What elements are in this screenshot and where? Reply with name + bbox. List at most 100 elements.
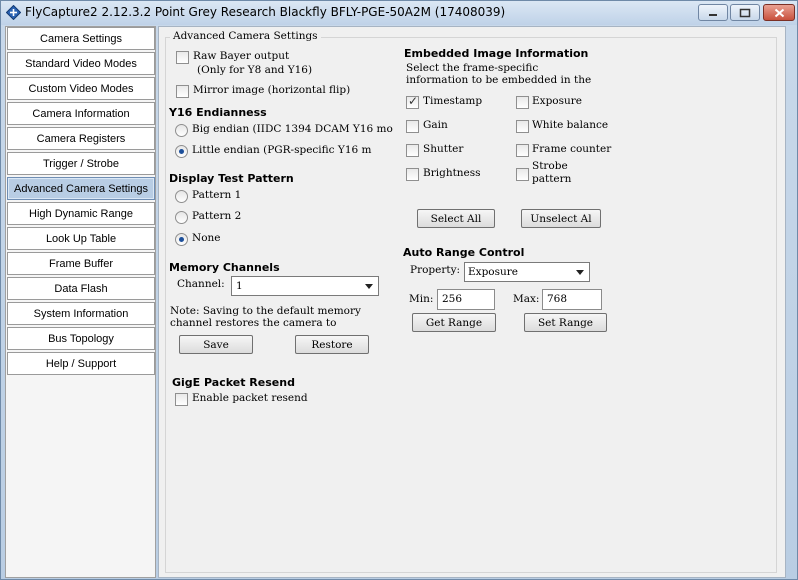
channel-label: Channel: (177, 278, 225, 290)
exposure-label: Exposure (532, 95, 583, 107)
pattern-2-label: Pattern 2 (192, 210, 242, 222)
select-all-button[interactable]: Select All (417, 209, 495, 228)
sidebar-item-camera-settings[interactable]: Camera Settings (7, 27, 155, 50)
sidebar-item-help-support[interactable]: Help / Support (7, 352, 155, 375)
select-all-label: Select All (430, 212, 482, 225)
white-balance-label: White balance (532, 119, 609, 131)
little-endian-radio[interactable] (175, 145, 188, 158)
maximize-button[interactable] (730, 4, 760, 21)
mirror-image-checkbox[interactable] (176, 85, 189, 98)
property-select[interactable]: Exposure (464, 262, 590, 282)
gain-checkbox[interactable] (406, 120, 419, 133)
maximize-icon (739, 8, 751, 17)
timestamp-label: Timestamp (423, 95, 483, 107)
minimize-icon (709, 13, 717, 16)
title-bar[interactable]: FlyCapture2 2.12.3.2 Point Grey Research… (1, 1, 797, 25)
sidebar-item-system-information[interactable]: System Information (7, 302, 155, 325)
sidebar-item-trigger-strobe[interactable]: Trigger / Strobe (7, 152, 155, 175)
big-endian-radio[interactable] (175, 124, 188, 137)
sidebar-item-standard-video-modes[interactable]: Standard Video Modes (7, 52, 155, 75)
sidebar-item-label: Help / Support (45, 357, 117, 370)
strobe-pattern-label-line2: pattern (532, 173, 572, 185)
mirror-image-label: Mirror image (horizontal flip) (193, 84, 351, 96)
sidebar-nav: Camera Settings Standard Video Modes Cus… (5, 26, 156, 578)
sidebar-item-label: Trigger / Strobe (42, 157, 119, 170)
set-range-button[interactable]: Set Range (524, 313, 607, 332)
pattern-2-radio[interactable] (175, 211, 188, 224)
raw-bayer-sublabel: (Only for Y8 and Y16) (197, 64, 313, 76)
sidebar-item-label: Custom Video Modes (28, 82, 134, 95)
channel-select-value: 1 (236, 280, 243, 292)
memory-channels-heading: Memory Channels (169, 261, 280, 274)
memory-note-line2: channel restores the camera to (170, 317, 337, 329)
shutter-label: Shutter (423, 143, 464, 155)
minimize-button[interactable] (698, 4, 728, 21)
sidebar-item-label: System Information (33, 307, 129, 320)
pattern-none-label: None (192, 232, 221, 244)
close-button[interactable] (763, 4, 795, 21)
sidebar-item-label: Look Up Table (45, 232, 117, 245)
gain-label: Gain (423, 119, 448, 131)
save-button[interactable]: Save (179, 335, 253, 354)
sidebar-item-bus-topology[interactable]: Bus Topology (7, 327, 155, 350)
sidebar-item-label: Frame Buffer (49, 257, 113, 270)
restore-button[interactable]: Restore (295, 335, 369, 354)
y16-endianness-heading: Y16 Endianness (169, 106, 267, 119)
sidebar-item-label: Standard Video Modes (25, 57, 137, 70)
embedded-desc-line2: information to be embedded in the (406, 74, 592, 86)
unselect-all-label: Unselect Al (530, 212, 592, 225)
window-title: FlyCapture2 2.12.3.2 Point Grey Research… (25, 5, 506, 19)
close-icon (774, 8, 784, 17)
restore-button-label: Restore (311, 338, 353, 351)
sidebar-item-data-flash[interactable]: Data Flash (7, 277, 155, 300)
sidebar-item-label: Camera Settings (40, 32, 122, 45)
pattern-none-radio[interactable] (175, 233, 188, 246)
packet-resend-label: Enable packet resend (192, 392, 308, 404)
sidebar-item-frame-buffer[interactable]: Frame Buffer (7, 252, 155, 275)
save-button-label: Save (203, 338, 229, 351)
packet-resend-checkbox[interactable] (175, 393, 188, 406)
max-label: Max: (513, 293, 540, 305)
auto-range-heading: Auto Range Control (403, 246, 525, 259)
chevron-down-icon (576, 270, 584, 275)
sidebar-item-custom-video-modes[interactable]: Custom Video Modes (7, 77, 155, 100)
strobe-pattern-checkbox[interactable] (516, 168, 529, 181)
white-balance-checkbox[interactable] (516, 120, 529, 133)
timestamp-checkbox[interactable]: ✓ (406, 94, 419, 109)
unselect-all-button[interactable]: Unselect Al (521, 209, 601, 228)
get-range-button[interactable]: Get Range (412, 313, 496, 332)
test-pattern-heading: Display Test Pattern (169, 172, 294, 185)
channel-select[interactable]: 1 (231, 276, 379, 296)
sidebar-item-label: Advanced Camera Settings (14, 182, 148, 195)
get-range-label: Get Range (425, 316, 483, 329)
shutter-checkbox[interactable] (406, 144, 419, 157)
strobe-pattern-label-line1: Strobe (532, 160, 568, 172)
sidebar-item-look-up-table[interactable]: Look Up Table (7, 227, 155, 250)
sidebar-item-label: Bus Topology (48, 332, 114, 345)
brightness-checkbox[interactable] (406, 168, 419, 181)
sidebar-item-label: High Dynamic Range (29, 207, 133, 220)
exposure-checkbox[interactable] (516, 96, 529, 109)
big-endian-label: Big endian (IIDC 1394 DCAM Y16 mo (192, 123, 393, 135)
sidebar-item-advanced-camera-settings[interactable]: Advanced Camera Settings (7, 177, 155, 200)
frame-counter-checkbox[interactable] (516, 144, 529, 157)
brightness-label: Brightness (423, 167, 481, 179)
sidebar-item-high-dynamic-range[interactable]: High Dynamic Range (7, 202, 155, 225)
min-range-input[interactable]: 256 (437, 289, 495, 310)
pattern-1-radio[interactable] (175, 190, 188, 203)
min-range-value: 256 (442, 293, 463, 305)
sidebar-item-label: Camera Information (32, 107, 130, 120)
sidebar-item-camera-registers[interactable]: Camera Registers (7, 127, 155, 150)
max-range-input[interactable]: 768 (542, 289, 602, 310)
embedded-desc-line1: Select the frame-specific (406, 62, 539, 74)
advanced-settings-panel: Advanced Camera Settings Raw Bayer outpu… (158, 26, 786, 578)
raw-bayer-checkbox[interactable] (176, 51, 189, 64)
little-endian-label: Little endian (PGR-specific Y16 m (192, 144, 372, 156)
frame-counter-label: Frame counter (532, 143, 612, 155)
sidebar-item-camera-information[interactable]: Camera Information (7, 102, 155, 125)
gige-packet-resend-heading: GigE Packet Resend (172, 376, 295, 389)
radio-selected-dot (179, 149, 184, 154)
chevron-down-icon (365, 284, 373, 289)
property-select-value: Exposure (468, 266, 519, 278)
raw-bayer-label: Raw Bayer output (193, 50, 290, 62)
